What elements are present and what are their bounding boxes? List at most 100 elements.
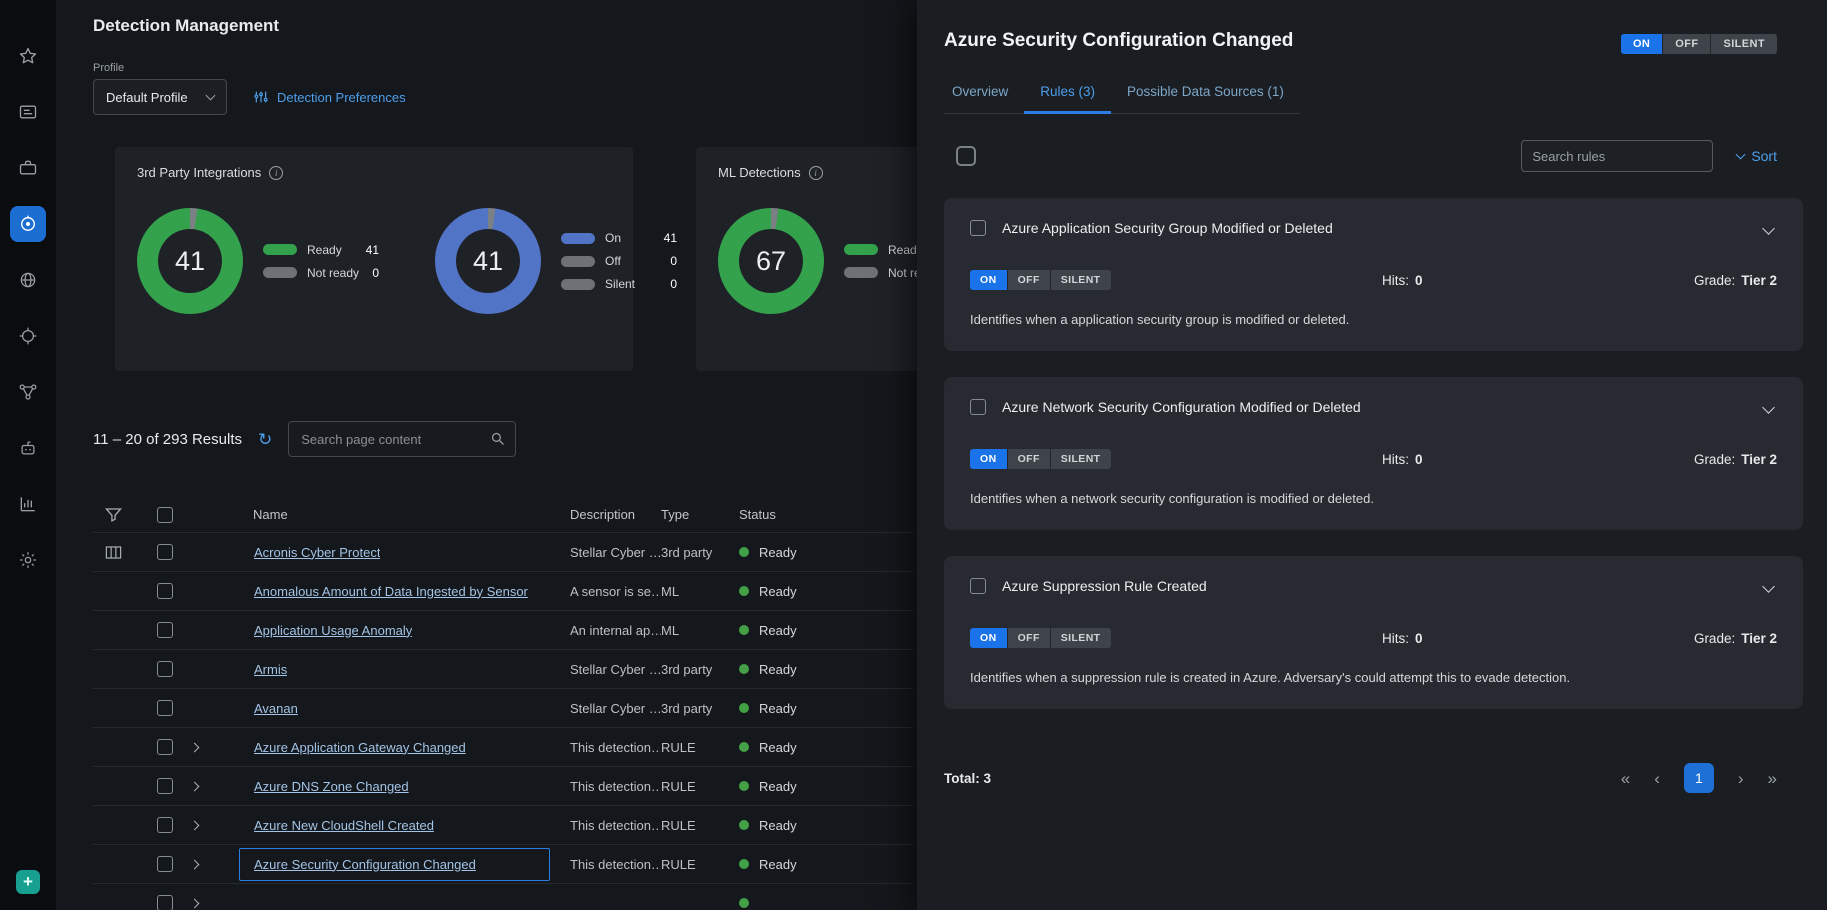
rule-card: Azure Suppression Rule Created ON OFF SI… xyxy=(944,556,1803,709)
row-checkbox[interactable] xyxy=(157,583,173,599)
expand-chevron-icon[interactable] xyxy=(190,742,200,752)
header-type[interactable]: Type xyxy=(661,507,739,522)
tab-overview[interactable]: Overview xyxy=(944,84,1024,114)
info-icon[interactable] xyxy=(809,166,823,180)
table-row[interactable]: Azure DNS Zone Changed This detection… R… xyxy=(93,767,913,806)
rule-checkbox[interactable] xyxy=(970,399,986,415)
rule-checkbox[interactable] xyxy=(970,578,986,594)
toggle-on[interactable]: ON xyxy=(970,628,1008,648)
refresh-icon[interactable]: ↻ xyxy=(258,431,272,448)
row-checkbox[interactable] xyxy=(157,739,173,755)
rule-state-toggle[interactable]: ON OFF SILENT xyxy=(970,628,1111,648)
row-checkbox[interactable] xyxy=(157,544,173,560)
toggle-silent[interactable]: SILENT xyxy=(1051,270,1111,290)
chevron-down-icon[interactable] xyxy=(1762,401,1775,414)
toggle-off[interactable]: OFF xyxy=(1008,449,1051,469)
detection-state-toggle[interactable]: ON OFF SILENT xyxy=(1621,34,1777,54)
table-row[interactable]: Acronis Cyber Protect Stellar Cyber … 3r… xyxy=(93,533,913,572)
toggle-off[interactable]: OFF xyxy=(1663,34,1711,54)
detection-link[interactable]: Azure New CloudShell Created xyxy=(254,818,434,833)
tab-rules[interactable]: Rules (3) xyxy=(1024,84,1111,114)
chevron-down-icon[interactable] xyxy=(1762,580,1775,593)
sidebar-item-settings[interactable] xyxy=(10,542,46,578)
detection-link[interactable]: Azure Security Configuration Changed xyxy=(254,857,476,872)
sidebar-item-reports[interactable] xyxy=(10,486,46,522)
toggle-silent[interactable]: SILENT xyxy=(1711,34,1777,54)
toggle-off[interactable]: OFF xyxy=(1008,628,1051,648)
toggle-on[interactable]: ON xyxy=(970,449,1008,469)
select-all-rules-checkbox[interactable] xyxy=(956,146,976,166)
detection-preferences-link[interactable]: Detection Preferences xyxy=(253,89,406,105)
detection-link[interactable]: Azure DNS Zone Changed xyxy=(254,779,409,794)
table-row[interactable]: Armis Stellar Cyber … 3rd party Ready xyxy=(93,650,913,689)
header-description[interactable]: Description xyxy=(570,507,661,522)
rule-hits: Hits:0 xyxy=(1382,273,1423,288)
page-search-input[interactable] xyxy=(288,421,516,457)
header-name[interactable]: Name xyxy=(253,507,570,522)
row-checkbox[interactable] xyxy=(157,700,173,716)
expand-chevron-icon[interactable] xyxy=(190,898,200,908)
toggle-on[interactable]: ON xyxy=(970,270,1008,290)
rules-search-input[interactable] xyxy=(1521,140,1713,172)
row-checkbox[interactable] xyxy=(157,856,173,872)
header-status[interactable]: Status xyxy=(739,507,879,522)
row-checkbox[interactable] xyxy=(157,817,173,833)
toggle-on[interactable]: ON xyxy=(1621,34,1663,54)
status-dot xyxy=(739,625,749,635)
sidebar-item-assets[interactable] xyxy=(10,150,46,186)
ml-donut-chart: 67 xyxy=(718,208,824,314)
page-next-button[interactable]: › xyxy=(1738,770,1744,787)
row-description: Stellar Cyber … xyxy=(570,545,661,560)
expand-chevron-icon[interactable] xyxy=(190,820,200,830)
table-row[interactable]: Application Usage Anomaly An internal ap… xyxy=(93,611,913,650)
sidebar-item-cases[interactable] xyxy=(10,94,46,130)
sidebar-item-connectors[interactable] xyxy=(10,374,46,410)
table-row[interactable]: Azure Application Gateway Changed This d… xyxy=(93,728,913,767)
table-row[interactable]: Azure New CloudShell Created This detect… xyxy=(93,806,913,845)
expand-chevron-icon[interactable] xyxy=(190,781,200,791)
sidebar-item-hunting[interactable] xyxy=(10,318,46,354)
info-icon[interactable] xyxy=(269,166,283,180)
toggle-off[interactable]: OFF xyxy=(1008,270,1051,290)
detection-link[interactable]: Anomalous Amount of Data Ingested by Sen… xyxy=(254,584,528,599)
panel-title: Azure Security Configuration Changed xyxy=(944,30,1293,52)
chevron-down-icon[interactable] xyxy=(1762,222,1775,235)
rule-state-toggle[interactable]: ON OFF SILENT xyxy=(970,449,1111,469)
page-last-button[interactable]: » xyxy=(1768,770,1777,787)
sidebar: + xyxy=(0,0,56,910)
sidebar-item-detections[interactable] xyxy=(10,206,46,242)
row-checkbox[interactable] xyxy=(157,895,173,910)
detection-link[interactable]: Application Usage Anomaly xyxy=(254,623,412,638)
columns-icon[interactable] xyxy=(104,543,123,562)
sort-button[interactable]: Sort xyxy=(1737,148,1777,164)
sidebar-item-threat-intel[interactable] xyxy=(10,262,46,298)
detection-link[interactable]: Azure Application Gateway Changed xyxy=(254,740,466,755)
page-prev-button[interactable]: ‹ xyxy=(1654,770,1660,787)
row-checkbox[interactable] xyxy=(157,661,173,677)
select-all-checkbox[interactable] xyxy=(157,507,173,523)
search-icon[interactable] xyxy=(489,430,506,447)
add-button[interactable]: + xyxy=(16,870,40,894)
toggle-silent[interactable]: SILENT xyxy=(1051,449,1111,469)
results-count: 11 – 20 of 293 Results xyxy=(93,431,242,448)
page-number-button[interactable]: 1 xyxy=(1684,763,1714,793)
rule-checkbox[interactable] xyxy=(970,220,986,236)
sidebar-item-automation[interactable] xyxy=(10,430,46,466)
toggle-silent[interactable]: SILENT xyxy=(1051,628,1111,648)
profile-select[interactable]: Default Profile xyxy=(93,79,227,115)
rule-state-toggle[interactable]: ON OFF SILENT xyxy=(970,270,1111,290)
detection-link[interactable]: Armis xyxy=(254,662,287,677)
filter-icon[interactable] xyxy=(104,505,123,524)
expand-chevron-icon[interactable] xyxy=(190,859,200,869)
table-row[interactable]: Avanan Stellar Cyber … 3rd party Ready xyxy=(93,689,913,728)
row-checkbox[interactable] xyxy=(157,778,173,794)
table-row[interactable] xyxy=(93,884,913,910)
table-row[interactable]: Anomalous Amount of Data Ingested by Sen… xyxy=(93,572,913,611)
sidebar-item-favorites[interactable] xyxy=(10,38,46,74)
page-first-button[interactable]: « xyxy=(1621,770,1630,787)
table-row-selected[interactable]: Azure Security Configuration Changed Thi… xyxy=(93,845,913,884)
detection-link[interactable]: Acronis Cyber Protect xyxy=(254,545,380,560)
row-checkbox[interactable] xyxy=(157,622,173,638)
tab-data-sources[interactable]: Possible Data Sources (1) xyxy=(1111,84,1300,114)
detection-link[interactable]: Avanan xyxy=(254,701,298,716)
